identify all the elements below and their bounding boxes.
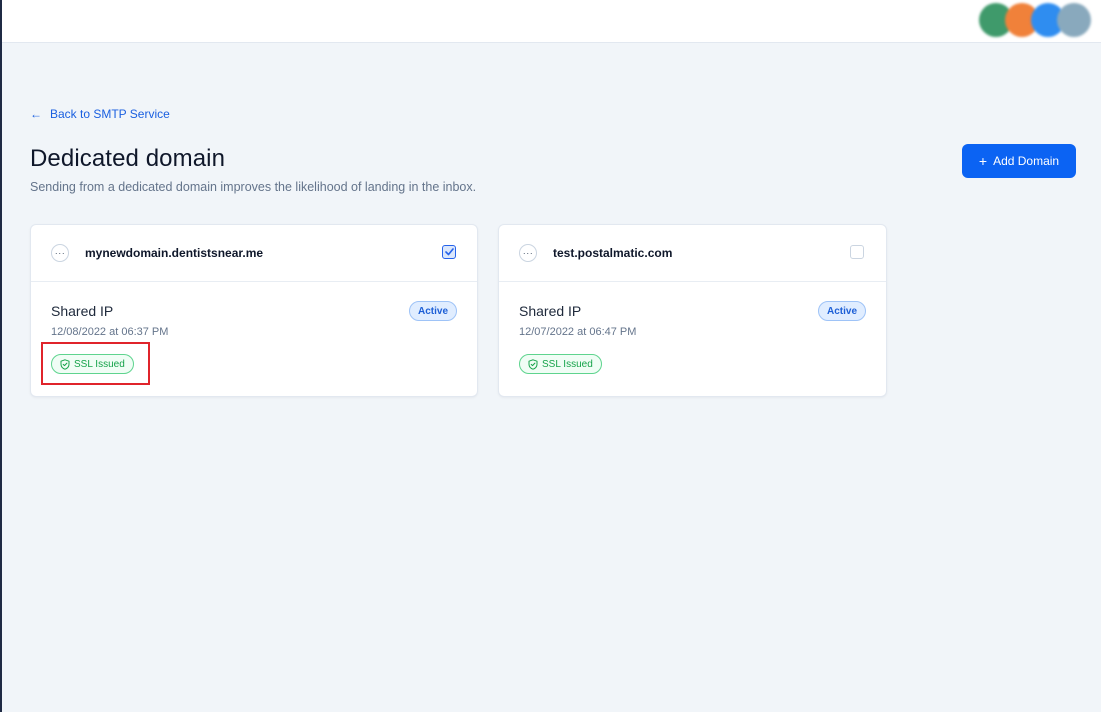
top-bar <box>2 0 1101 43</box>
checkmark-icon <box>444 248 454 256</box>
ssl-badge-label: SSL Issued <box>542 358 593 370</box>
ip-type: Shared IP <box>519 303 582 319</box>
avatar[interactable] <box>1057 3 1091 37</box>
shield-check-icon <box>528 358 538 370</box>
ip-date: 12/07/2022 at 06:47 PM <box>519 326 637 338</box>
shield-check-icon <box>60 358 70 370</box>
plus-icon: + <box>978 153 988 169</box>
domain-card-header: ··· test.postalmatic.com <box>499 225 886 282</box>
add-domain-label: Add Domain <box>993 154 1060 168</box>
status-badge: Active <box>409 301 458 321</box>
page-title: Dedicated domain <box>30 145 226 172</box>
ssl-badge-label: SSL Issued <box>74 358 125 370</box>
more-options-icon[interactable]: ··· <box>51 244 69 262</box>
more-options-icon[interactable]: ··· <box>519 244 537 262</box>
back-link-label: Back to SMTP Service <box>50 107 170 121</box>
add-domain-button[interactable]: + Add Domain <box>962 144 1076 178</box>
domain-name: test.postalmatic.com <box>553 246 673 260</box>
back-to-smtp-link[interactable]: ← Back to SMTP Service <box>30 107 170 121</box>
domain-select-checkbox[interactable] <box>850 245 864 259</box>
domain-name: mynewdomain.dentistsnear.me <box>85 246 264 260</box>
domain-card-header: ··· mynewdomain.dentistsnear.me <box>31 225 477 282</box>
domain-select-checkbox[interactable] <box>442 245 456 259</box>
arrow-left-icon: ← <box>30 107 42 121</box>
ssl-badge: SSL Issued <box>51 354 134 374</box>
ssl-badge: SSL Issued <box>519 354 602 374</box>
page-subtitle: Sending from a dedicated domain improves… <box>30 180 477 194</box>
domain-card: ··· test.postalmatic.com Shared IP 12/07… <box>498 224 887 397</box>
ip-type: Shared IP <box>51 303 114 319</box>
domain-card: ··· mynewdomain.dentistsnear.me Shared I… <box>30 224 478 397</box>
avatar-group[interactable] <box>979 3 1091 37</box>
ip-date: 12/08/2022 at 06:37 PM <box>51 326 169 338</box>
status-badge: Active <box>818 301 867 321</box>
